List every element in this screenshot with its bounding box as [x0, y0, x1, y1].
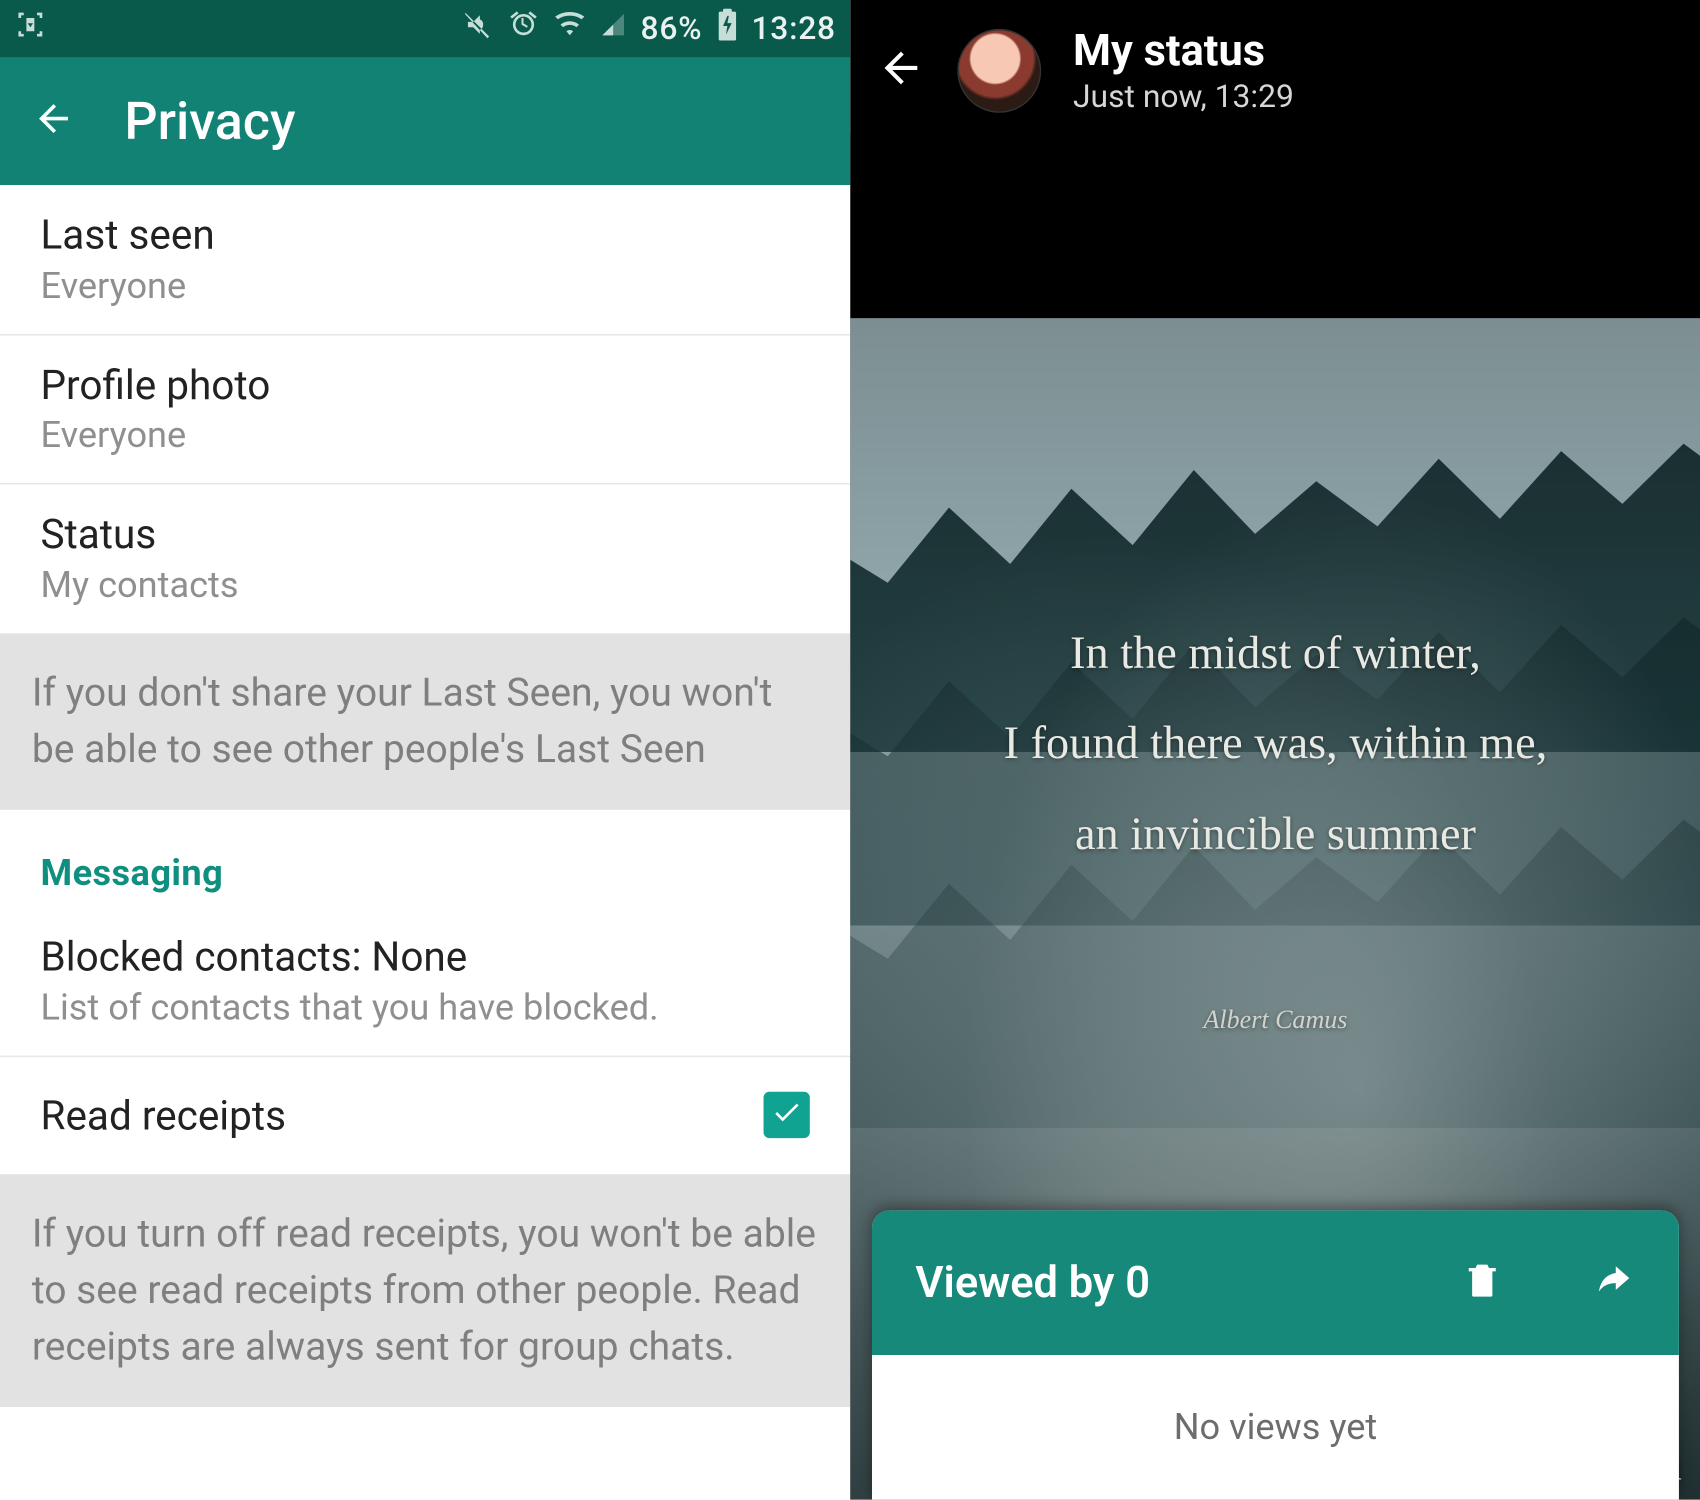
setting-label: Blocked contacts: None	[40, 933, 809, 982]
section-messaging: Messaging	[0, 810, 850, 907]
setting-label: Read receipts	[40, 1091, 286, 1139]
app-bar: Privacy	[0, 58, 850, 185]
clock-time: 13:28	[751, 11, 835, 47]
privacy-settings-screen: 86% 13:28 Privacy Last seen Everyone Pro…	[0, 0, 850, 1500]
setting-profile-photo[interactable]: Profile photo Everyone	[0, 335, 850, 485]
screenshot-icon	[14, 9, 46, 49]
viewed-by-label: Viewed by 0	[915, 1257, 1150, 1308]
status-viewer-screen: My status Just now, 13:29 In the midst o…	[850, 0, 1700, 1500]
forward-icon[interactable]	[1589, 1260, 1635, 1306]
status-header: My status Just now, 13:29	[1073, 26, 1294, 116]
last-seen-note: If you don't share your Last Seen, you w…	[0, 633, 850, 810]
back-button[interactable]	[32, 97, 75, 146]
setting-value: My contacts	[40, 565, 809, 607]
status-top-bar: My status Just now, 13:29	[850, 0, 1700, 133]
quote-author: Albert Camus	[850, 1005, 1700, 1035]
setting-value: List of contacts that you have blocked.	[40, 987, 809, 1029]
setting-read-receipts[interactable]: Read receipts	[0, 1057, 850, 1174]
status-subtitle: Just now, 13:29	[1073, 80, 1294, 116]
viewed-by-sheet: Viewed by 0 No views yet	[872, 1210, 1679, 1499]
status-title: My status	[1073, 26, 1294, 77]
back-button[interactable]	[876, 43, 925, 98]
signal-icon	[600, 9, 626, 49]
setting-status[interactable]: Status My contacts	[0, 485, 850, 633]
quote-line: I found there was, within me,	[908, 698, 1643, 788]
alarm-icon	[508, 9, 540, 49]
status-spacer	[850, 133, 1700, 318]
battery-charging-icon	[717, 9, 737, 49]
android-status-bar: 86% 13:28	[0, 0, 850, 58]
no-views-text: No views yet	[872, 1355, 1679, 1500]
viewed-by-bar[interactable]: Viewed by 0	[872, 1210, 1679, 1355]
mute-icon	[461, 9, 493, 49]
page-title: Privacy	[124, 91, 295, 152]
avatar[interactable]	[957, 29, 1041, 113]
setting-last-seen[interactable]: Last seen Everyone	[0, 185, 850, 335]
setting-value: Everyone	[40, 415, 809, 457]
quote-line: In the midst of winter,	[908, 607, 1643, 697]
read-receipts-checkbox[interactable]	[764, 1092, 810, 1138]
battery-percentage: 86%	[641, 11, 703, 47]
settings-list: Last seen Everyone Profile photo Everyon…	[0, 185, 850, 1407]
delete-icon[interactable]	[1462, 1260, 1502, 1306]
read-receipts-note: If you turn off read receipts, you won't…	[0, 1174, 850, 1407]
quote-text: In the midst of winter, I found there wa…	[908, 607, 1643, 878]
setting-label: Last seen	[40, 211, 809, 260]
check-icon	[771, 1096, 803, 1134]
wifi-icon	[554, 9, 586, 49]
setting-label: Profile photo	[40, 361, 809, 410]
setting-blocked-contacts[interactable]: Blocked contacts: None List of contacts …	[0, 907, 850, 1057]
setting-label: Status	[40, 511, 809, 560]
quote-line: an invincible summer	[908, 788, 1643, 878]
setting-value: Everyone	[40, 265, 809, 307]
